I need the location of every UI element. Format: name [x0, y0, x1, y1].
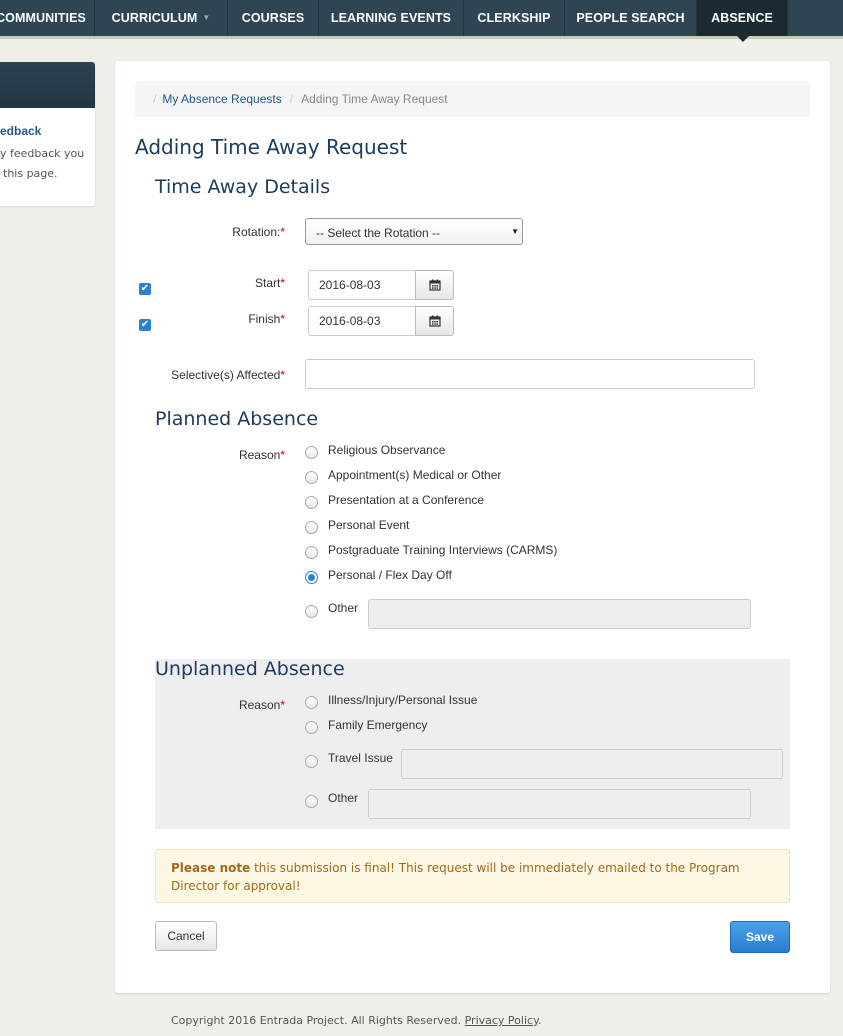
start-checkbox[interactable]: ✔: [139, 283, 151, 295]
nav-communities[interactable]: COMMUNITIES: [0, 0, 95, 36]
planned-radio-carms[interactable]: [305, 546, 318, 559]
feedback-text-line1: y feedback you: [0, 147, 85, 160]
cancel-button[interactable]: Cancel: [155, 921, 217, 951]
checkmark-icon: ✔: [140, 319, 150, 330]
required-marker: *: [280, 276, 285, 290]
feedback-link[interactable]: edback: [0, 124, 41, 138]
footer-copyright: Copyright 2016 Entrada Project. All Righ…: [171, 1014, 465, 1027]
planned-option-label: Other: [328, 601, 359, 615]
footer-end: .: [538, 1014, 542, 1027]
nav-courses-label: COURSES: [241, 11, 305, 25]
planned-absence-heading: Planned Absence: [155, 408, 319, 430]
page-title: Adding Time Away Request: [135, 135, 408, 159]
nav-absence[interactable]: ABSENCE: [697, 0, 788, 36]
rotation-label-text: Rotation:: [232, 225, 281, 239]
caret-down-icon: ▼: [202, 13, 211, 22]
submission-warning: Please note this submission is final! Th…: [155, 849, 790, 903]
unplanned-absence-heading: Unplanned Absence: [155, 658, 345, 680]
alert-strong: Please note: [171, 861, 251, 875]
planned-radio-other[interactable]: [305, 605, 318, 618]
unplanned-option-label: Travel Issue: [328, 751, 393, 765]
planned-option-label: Religious Observance: [328, 443, 446, 457]
finish-date-input[interactable]: 2016-08-03: [308, 306, 416, 336]
nav-absence-label: ABSENCE: [711, 11, 773, 25]
required-marker: *: [280, 225, 285, 239]
planned-reason-label: Reason*: [195, 448, 285, 462]
sidebar-header: [0, 62, 95, 108]
save-button[interactable]: Save: [730, 921, 790, 953]
nav-people-search[interactable]: PEOPLE SEARCH: [565, 0, 697, 36]
unplanned-reason-label-text: Reason: [238, 698, 281, 712]
nav-communities-label: COMMUNITIES: [0, 11, 86, 25]
nav-curriculum-label: CURRICULUM: [111, 11, 198, 25]
finish-calendar-button[interactable]: [415, 306, 454, 336]
rotation-select-value: -- Select the Rotation --: [316, 226, 441, 240]
rotation-select[interactable]: -- Select the Rotation -- ▼: [305, 218, 523, 245]
unplanned-option-label: Family Emergency: [328, 718, 428, 732]
unplanned-option-label: Other: [328, 791, 359, 805]
breadcrumb-separator: /: [153, 92, 157, 106]
breadcrumb-my-absence-requests[interactable]: My Absence Requests: [162, 92, 281, 106]
main-content: / My Absence Requests / Adding Time Away Re…: [115, 61, 830, 993]
start-calendar-button[interactable]: [415, 270, 454, 300]
time-away-heading: Time Away Details: [155, 176, 331, 198]
finish-checkbox[interactable]: ✔: [139, 319, 151, 331]
privacy-policy-link[interactable]: Privacy Policy: [465, 1014, 538, 1027]
planned-option-label: Personal / Flex Day Off: [328, 568, 452, 582]
feedback-text-line2: this page.: [3, 167, 58, 180]
planned-option-label: Presentation at a Conference: [328, 493, 485, 507]
unplanned-reason-label: Reason*: [195, 698, 285, 712]
nav-learning-events-label: LEARNING EVENTS: [330, 11, 452, 25]
planned-option-label: Postgraduate Training Interviews (CARMS): [328, 543, 558, 557]
nav-clerkship-label: CLERKSHIP: [477, 11, 551, 25]
selectives-input[interactable]: [305, 359, 755, 389]
unplanned-radio-illness[interactable]: [305, 696, 318, 709]
nav-people-search-label: PEOPLE SEARCH: [576, 11, 685, 25]
start-date-input[interactable]: 2016-08-03: [308, 270, 416, 300]
unplanned-radio-travel-issue[interactable]: [305, 755, 318, 768]
nav-learning-events[interactable]: LEARNING EVENTS: [319, 0, 464, 36]
rotation-label: Rotation:*: [175, 225, 285, 239]
footer: Copyright 2016 Entrada Project. All Righ…: [171, 1014, 542, 1027]
planned-radio-religious-observance[interactable]: [305, 446, 318, 459]
selectives-label: Selective(s) Affected*: [155, 368, 285, 382]
start-label: Start*: [195, 276, 285, 290]
breadcrumb-current: Adding Time Away Request: [301, 92, 448, 106]
planned-radio-appointment[interactable]: [305, 471, 318, 484]
planned-other-input[interactable]: [368, 599, 751, 629]
nav-clerkship[interactable]: CLERKSHIP: [464, 0, 565, 36]
required-marker: *: [280, 368, 285, 382]
nav-curriculum[interactable]: CURRICULUM ▼: [95, 0, 228, 36]
planned-option-label: Appointment(s) Medical or Other: [328, 468, 502, 482]
feedback-text: y feedback you this page.: [0, 144, 95, 184]
required-marker: *: [280, 312, 285, 326]
planned-reason-label-text: Reason: [238, 448, 281, 462]
alert-text: this submission is final! This request w…: [171, 861, 740, 893]
required-marker: *: [280, 698, 285, 712]
unplanned-other-input[interactable]: [368, 789, 751, 819]
nav-courses[interactable]: COURSES: [228, 0, 319, 36]
checkmark-icon: ✔: [140, 283, 150, 294]
select-arrow-icon: ▼: [511, 227, 519, 236]
finish-label: Finish*: [195, 312, 285, 326]
calendar-icon: [429, 315, 441, 327]
planned-radio-flex-day-off[interactable]: [305, 571, 318, 584]
selectives-label-text: Selective(s) Affected: [171, 368, 281, 382]
planned-radio-presentation[interactable]: [305, 496, 318, 509]
planned-radio-personal-event[interactable]: [305, 521, 318, 534]
calendar-icon: [429, 279, 441, 291]
feedback-sidebar: edback y feedback you this page.: [0, 62, 95, 206]
breadcrumb-separator: /: [289, 92, 294, 106]
planned-option-label: Personal Event: [328, 518, 410, 532]
top-navigation: COMMUNITIES CURRICULUM ▼ COURSES LEARNING…: [0, 0, 843, 39]
finish-label-text: Finish: [248, 312, 281, 326]
unplanned-option-label: Illness/Injury/Personal Issue: [328, 693, 478, 707]
active-nav-pointer: [737, 36, 749, 42]
breadcrumb: / My Absence Requests / Adding Time Away Re…: [135, 81, 810, 117]
unplanned-radio-other[interactable]: [305, 795, 318, 808]
unplanned-radio-family-emergency[interactable]: [305, 721, 318, 734]
start-label-text: Start: [254, 276, 281, 290]
travel-issue-input[interactable]: [401, 749, 783, 779]
required-marker: *: [280, 448, 285, 462]
